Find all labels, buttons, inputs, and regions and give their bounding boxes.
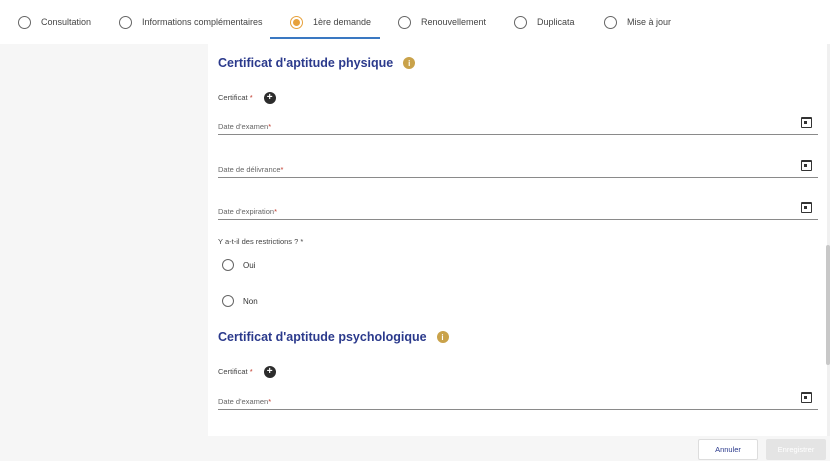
plus-icon: + <box>266 92 273 103</box>
radio-oui[interactable] <box>222 259 234 271</box>
form-panel: Certificat d'aptitude physique i Certifi… <box>208 44 827 436</box>
calendar-icon[interactable] <box>801 117 812 128</box>
date-expiration-label: Date d'expiration* <box>218 207 277 216</box>
tab-premiere-demande[interactable]: 1ère demande <box>290 13 371 31</box>
field-label-text: Date de délivrance <box>218 165 281 174</box>
tab-label: Consultation <box>41 17 92 27</box>
save-button[interactable]: Enregistrer <box>766 439 826 460</box>
required-mark: * <box>249 92 253 102</box>
restriction-option-non[interactable]: Non <box>222 295 258 307</box>
info-icon[interactable]: i <box>403 57 416 69</box>
info-glyph: i <box>408 58 411 68</box>
certificat-label-text: Certificat <box>218 92 248 102</box>
required-mark: * <box>274 207 277 216</box>
field-label-text: Date d'examen <box>218 397 269 406</box>
required-mark: * <box>268 397 272 406</box>
calendar-icon[interactable] <box>801 392 812 403</box>
certificat-psychologique-label: Certificat * + <box>218 366 276 378</box>
tab-radio[interactable] <box>398 15 411 29</box>
info-glyph: i <box>441 332 444 342</box>
date-examen-psychologique-field[interactable]: Date d'examen* <box>218 392 818 410</box>
tab-radio[interactable] <box>18 15 31 29</box>
date-delivrance-field[interactable]: Date de délivrance* <box>218 160 818 178</box>
tab-radio[interactable] <box>514 15 527 29</box>
required-mark: * <box>268 122 272 131</box>
date-expiration-field[interactable]: Date d'expiration* <box>218 202 818 220</box>
section-title-text: Certificat d'aptitude psychologique <box>218 330 427 344</box>
step-tabs: Consultation Informations complémentaire… <box>0 0 830 44</box>
date-delivrance-label: Date de délivrance* <box>218 165 283 174</box>
add-certificat-physique-button[interactable]: + <box>263 92 276 104</box>
tab-radio[interactable] <box>119 15 132 29</box>
calendar-icon[interactable] <box>801 202 812 213</box>
option-label: Non <box>243 296 258 306</box>
tab-label: Duplicata <box>537 17 575 27</box>
certificat-physique-label: Certificat * + <box>218 92 276 104</box>
section-title-psychologique: Certificat d'aptitude psychologique i <box>218 330 449 344</box>
tab-label: Informations complémentaires <box>142 17 263 27</box>
date-examen-label: Date d'examen* <box>218 397 271 406</box>
required-mark: * <box>280 165 284 174</box>
active-tab-indicator <box>270 37 380 39</box>
required-mark: * <box>249 366 253 376</box>
tab-radio[interactable] <box>604 15 617 29</box>
tab-label: Renouvellement <box>421 17 487 27</box>
info-icon[interactable]: i <box>436 331 449 343</box>
certificat-label-text: Certificat <box>218 366 248 376</box>
tab-informations-complementaires[interactable]: Informations complémentaires <box>119 13 263 31</box>
tab-mise-a-jour[interactable]: Mise à jour <box>604 13 671 31</box>
scrollbar-thumb[interactable] <box>826 245 830 365</box>
tab-consultation[interactable]: Consultation <box>18 13 91 31</box>
date-examen-physique-field[interactable]: Date d'examen* <box>218 117 818 135</box>
tab-label: 1ère demande <box>313 17 372 27</box>
radio-non[interactable] <box>222 295 234 307</box>
cancel-button[interactable]: Annuler <box>698 439 758 460</box>
tab-label: Mise à jour <box>627 17 672 27</box>
date-examen-label: Date d'examen* <box>218 122 271 131</box>
add-certificat-psychologique-button[interactable]: + <box>263 366 276 378</box>
plus-icon: + <box>266 366 273 377</box>
restrictions-question: Y a-t-il des restrictions ? * <box>218 237 304 246</box>
calendar-icon[interactable] <box>801 160 812 171</box>
tab-renouvellement[interactable]: Renouvellement <box>398 13 486 31</box>
tab-duplicata[interactable]: Duplicata <box>514 13 575 31</box>
section-title-text: Certificat d'aptitude physique <box>218 56 394 70</box>
field-label-text: Date d'examen <box>218 122 269 131</box>
tab-radio-selected[interactable] <box>290 15 303 29</box>
section-title-physique: Certificat d'aptitude physique i <box>218 56 416 70</box>
option-label: Oui <box>243 260 256 270</box>
restriction-option-oui[interactable]: Oui <box>222 259 255 271</box>
field-label-text: Date d'expiration <box>218 207 275 216</box>
